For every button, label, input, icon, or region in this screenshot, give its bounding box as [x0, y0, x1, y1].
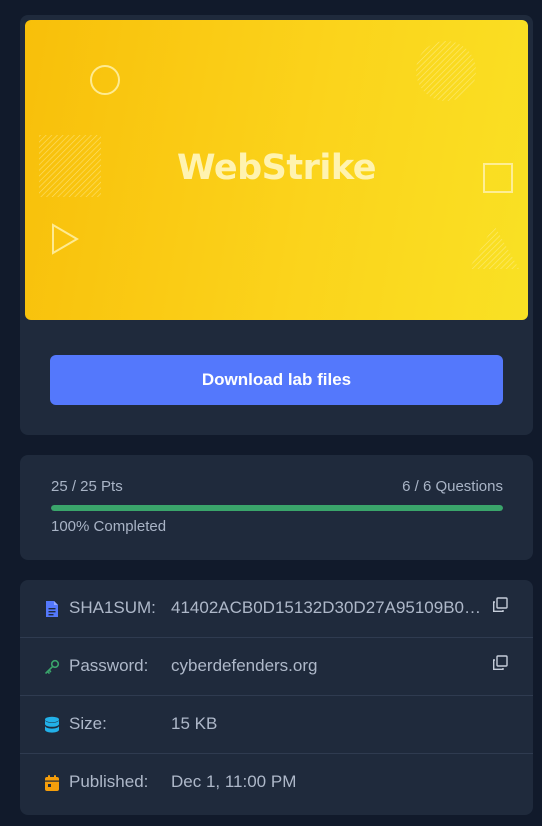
published-value: Dec 1, 11:00 PM	[171, 772, 297, 791]
lab-card: WebStrike Download lab files	[20, 15, 533, 435]
download-lab-files-button[interactable]: Download lab files	[50, 355, 503, 405]
size-value: 15 KB	[171, 714, 218, 733]
questions-text: 6 / 6 Questions	[402, 478, 503, 495]
hatched-circle-shape	[416, 41, 476, 101]
progress-bar	[51, 505, 503, 511]
progress-bar-fill	[51, 505, 503, 511]
password-value: cyberdefenders.org	[171, 656, 318, 675]
copy-password-icon[interactable]	[492, 655, 508, 671]
lab-info-card: SHA1SUM: 41402ACB0D15132D30D27A95109B04B…	[20, 580, 533, 815]
hatched-triangle-shape	[469, 225, 519, 269]
sha1sum-label: SHA1SUM:	[69, 598, 156, 617]
calendar-icon	[45, 775, 59, 791]
sha1sum-value: 41402ACB0D15132D30D27A95109B04B8FA7C0A2E…	[171, 598, 486, 617]
size-row: Size: 15 KB	[20, 696, 533, 754]
banner-title: WebStrike	[177, 148, 376, 188]
sha1sum-row: SHA1SUM: 41402ACB0D15132D30D27A95109B04B…	[20, 580, 533, 638]
completion-text: 100% Completed	[51, 518, 167, 535]
lab-banner-image: WebStrike	[25, 20, 528, 320]
password-label: Password:	[69, 656, 149, 675]
published-label: Published:	[69, 772, 149, 791]
circle-outline-shape	[90, 65, 120, 95]
key-icon	[45, 659, 60, 674]
progress-card: 25 / 25 Pts 6 / 6 Questions 100% Complet…	[20, 455, 533, 560]
triangle-outline-shape	[52, 223, 79, 255]
file-icon	[46, 601, 58, 617]
password-row: Password: cyberdefenders.org	[20, 638, 533, 696]
database-icon	[45, 716, 59, 733]
published-row: Published: Dec 1, 11:00 PM	[20, 754, 533, 812]
points-text: 25 / 25 Pts	[51, 478, 123, 495]
copy-sha1sum-icon[interactable]	[492, 597, 508, 613]
size-label: Size:	[69, 714, 107, 733]
